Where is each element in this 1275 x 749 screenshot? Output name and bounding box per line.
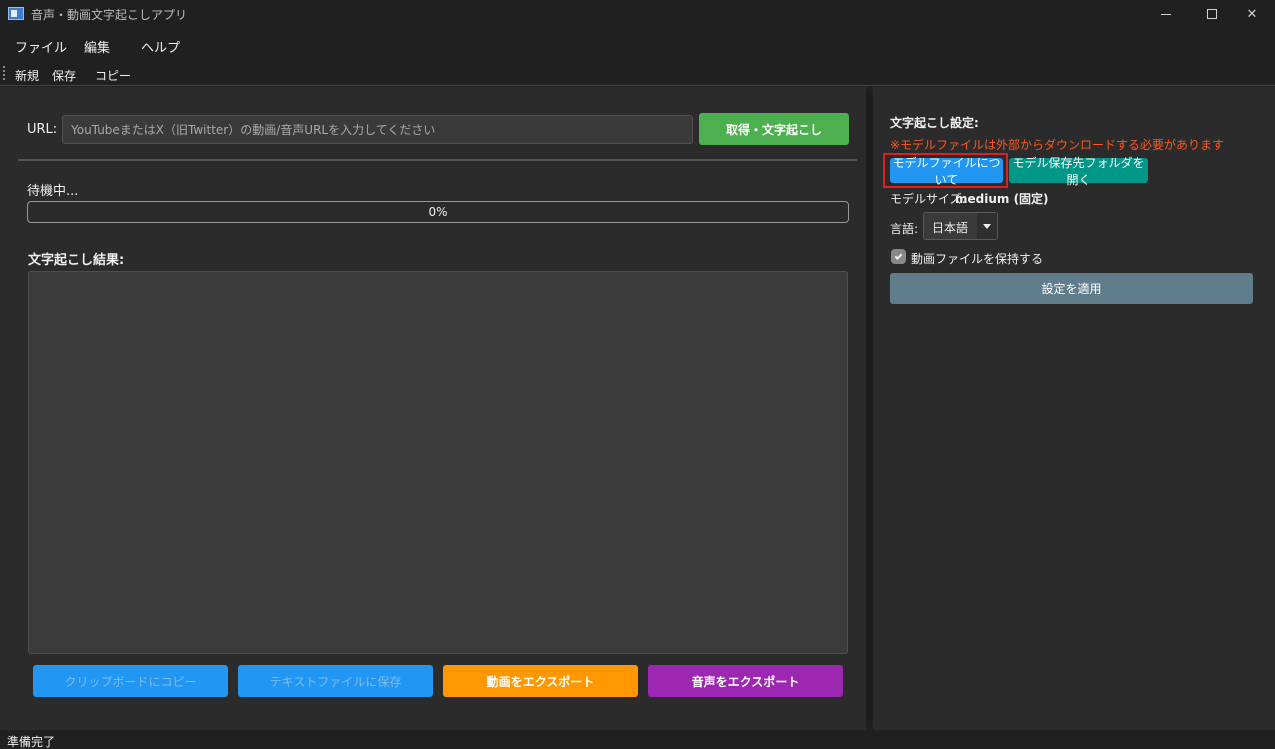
transcription-result-textarea[interactable] (28, 271, 848, 654)
checkmark-icon (894, 251, 903, 260)
menu-bar: ファイル 編集 ヘルプ (0, 30, 1275, 60)
fetch-transcribe-button[interactable]: 取得・文字起こし (699, 113, 849, 145)
menu-help[interactable]: ヘルプ (141, 37, 180, 56)
language-select[interactable]: 日本語 (923, 212, 998, 240)
status-bar: 準備完了 (0, 731, 1275, 749)
maximize-icon (1207, 9, 1217, 19)
result-label: 文字起こし結果: (28, 253, 125, 268)
model-warning-text: ※モデルファイルは外部からダウンロードする必要があります (890, 138, 1225, 152)
keep-video-checkbox[interactable] (891, 249, 906, 264)
title-bar: 音声・動画文字起こしアプリ ✕ (0, 0, 1275, 28)
dropdown-arrow-icon[interactable] (977, 213, 997, 239)
url-label: URL: (27, 122, 58, 137)
toolbar: 新規 保存 コピー (0, 62, 1275, 86)
menu-edit[interactable]: 編集 (84, 37, 110, 56)
model-info-button[interactable]: モデルファイルについて (890, 156, 1003, 187)
statusbar-text: 準備完了 (7, 735, 56, 749)
section-divider (18, 159, 857, 161)
panel-splitter[interactable] (866, 95, 873, 720)
language-selected-value: 日本語 (932, 221, 969, 235)
close-icon: ✕ (1246, 6, 1258, 22)
progress-bar: 0% (27, 201, 849, 223)
url-input[interactable] (62, 115, 693, 144)
progress-label: 0% (428, 205, 448, 219)
keep-video-label[interactable]: 動画ファイルを保持する (911, 250, 1043, 267)
close-button[interactable]: ✕ (1229, 0, 1275, 28)
menu-file[interactable]: ファイル (15, 37, 67, 56)
toolbar-copy-button[interactable]: コピー (95, 67, 131, 84)
export-audio-button[interactable]: 音声をエクスポート (648, 665, 843, 697)
toolbar-grip-handle[interactable] (3, 66, 5, 82)
minimize-button[interactable] (1143, 0, 1189, 28)
window-title: 音声・動画文字起こしアプリ (31, 8, 188, 22)
apply-settings-button[interactable]: 設定を適用 (890, 273, 1253, 304)
settings-title: 文字起こし設定: (890, 116, 979, 130)
app-icon (8, 7, 24, 20)
copy-clipboard-button[interactable]: クリップボードにコピー (33, 665, 228, 697)
language-label: 言語: (890, 222, 919, 236)
open-model-folder-button[interactable]: モデル保存先フォルダを開く (1009, 156, 1148, 187)
status-text: 待機中... (27, 184, 79, 199)
model-size-value: medium (固定) (955, 192, 1049, 206)
minimize-icon (1161, 13, 1171, 15)
toolbar-new-button[interactable]: 新規 (15, 67, 39, 84)
export-video-button[interactable]: 動画をエクスポート (443, 665, 638, 697)
save-text-file-button[interactable]: テキストファイルに保存 (238, 665, 433, 697)
toolbar-save-button[interactable]: 保存 (52, 67, 76, 84)
